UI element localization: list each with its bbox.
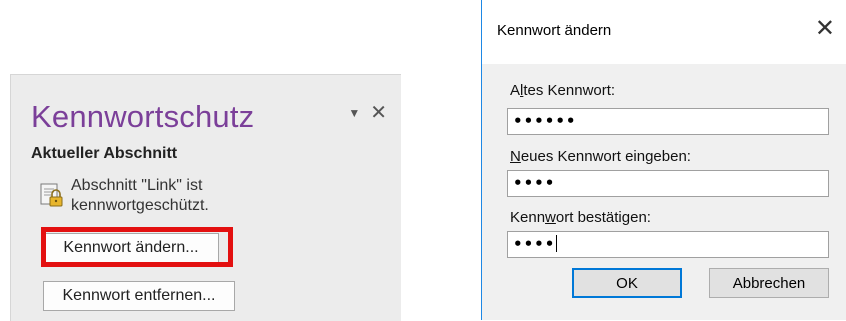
pane-close-icon[interactable]: ✕ xyxy=(370,100,387,125)
old-password-field[interactable]: •••••• xyxy=(507,108,829,135)
dialog-title: Kennwort ändern xyxy=(497,22,612,39)
cancel-button[interactable]: Abbrechen xyxy=(709,268,829,298)
password-protection-pane: Kennwortschutz ▼ ✕ Aktueller Abschnitt A… xyxy=(10,74,401,321)
confirm-password-label: Kennwort bestätigen: xyxy=(510,209,651,226)
current-section-header: Aktueller Abschnitt xyxy=(31,145,178,162)
dialog-titlebar: Kennwort ändern ✕ xyxy=(482,0,846,64)
new-password-label: Neues Kennwort eingeben: xyxy=(510,148,691,165)
text-caret xyxy=(556,235,558,252)
pane-title: Kennwortschutz xyxy=(31,99,255,134)
dialog-close-icon[interactable]: ✕ xyxy=(815,14,835,43)
pane-options-dropdown-icon[interactable]: ▼ xyxy=(348,106,360,120)
new-password-field[interactable]: •••• xyxy=(507,170,829,197)
pane-controls: ▼ ✕ xyxy=(348,100,387,125)
section-status-line: Abschnitt "Link" ist xyxy=(71,177,203,194)
remove-password-button[interactable]: Kennwort entfernen... xyxy=(43,281,235,311)
section-status-text: Abschnitt "Link" ist kennwortgeschützt. xyxy=(71,176,209,216)
change-password-dialog: Kennwort ändern ✕ Altes Kennwort: ••••••… xyxy=(481,0,846,320)
old-password-label: Altes Kennwort: xyxy=(510,82,616,99)
section-status: Abschnitt "Link" ist kennwortgeschützt. xyxy=(39,176,209,216)
confirm-password-field[interactable]: •••• xyxy=(507,231,829,258)
locked-section-icon xyxy=(40,183,63,207)
section-status-line: kennwortgeschützt. xyxy=(71,197,209,214)
highlight-box xyxy=(41,227,233,267)
ok-button[interactable]: OK xyxy=(572,268,682,298)
